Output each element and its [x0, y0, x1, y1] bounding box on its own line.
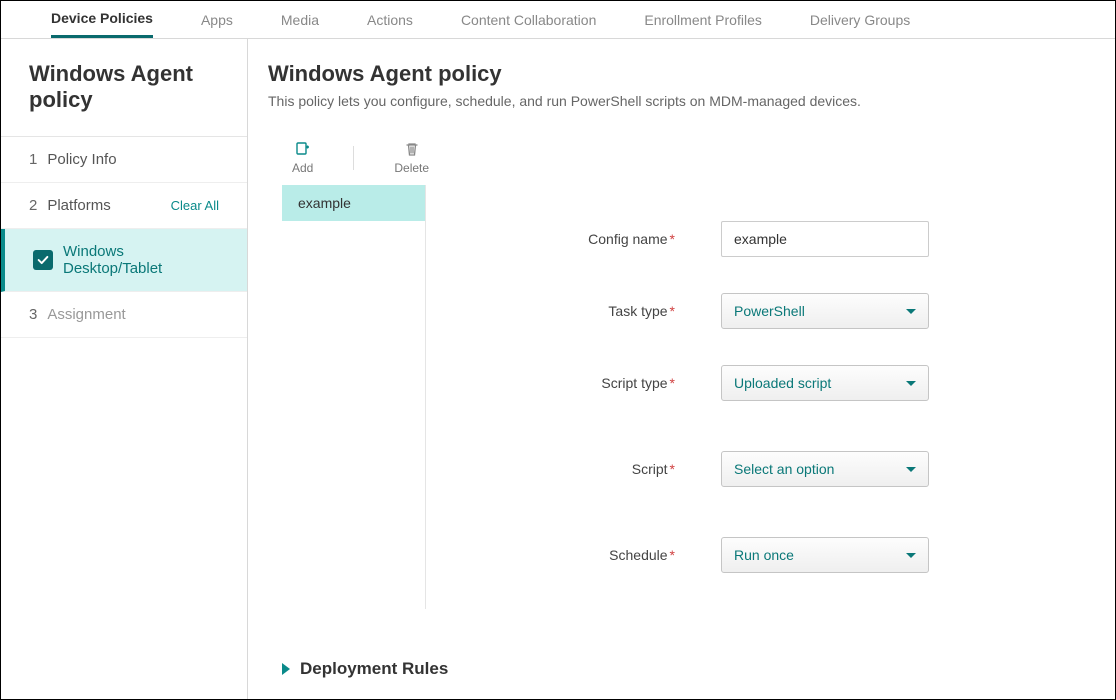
- config-name-input[interactable]: [721, 221, 929, 257]
- config-form: Config name* Task type* PowerShell: [426, 185, 1095, 609]
- tab-content-collaboration[interactable]: Content Collaboration: [461, 1, 596, 38]
- chevron-down-icon: [906, 553, 916, 558]
- trash-icon: [404, 141, 420, 157]
- page-description: This policy lets you configure, schedule…: [268, 93, 1095, 109]
- list-toolbar: Add Delete: [268, 141, 1095, 185]
- add-label: Add: [292, 161, 313, 175]
- task-type-select[interactable]: PowerShell: [721, 293, 929, 329]
- delete-label: Delete: [394, 161, 429, 175]
- script-type-label: Script type*: [426, 375, 681, 391]
- select-value: Run once: [734, 547, 794, 563]
- config-list-item[interactable]: example: [282, 185, 425, 221]
- step-assignment[interactable]: 3 Assignment: [1, 292, 247, 338]
- tab-enrollment-profiles[interactable]: Enrollment Profiles: [644, 1, 762, 38]
- tab-delivery-groups[interactable]: Delivery Groups: [810, 1, 910, 38]
- step-platforms[interactable]: 2 Platforms Clear All: [1, 183, 247, 229]
- page-title: Windows Agent policy: [268, 61, 1095, 87]
- chevron-down-icon: [906, 381, 916, 386]
- schedule-select[interactable]: Run once: [721, 537, 929, 573]
- script-type-select[interactable]: Uploaded script: [721, 365, 929, 401]
- tab-apps[interactable]: Apps: [201, 1, 233, 38]
- script-label: Script*: [426, 461, 681, 477]
- content: Windows Agent policy This policy lets yo…: [248, 39, 1115, 699]
- step-label: Assignment: [47, 306, 125, 323]
- deployment-rules-title: Deployment Rules: [300, 659, 448, 679]
- step-label: Platforms: [47, 197, 110, 214]
- script-select[interactable]: Select an option: [721, 451, 929, 487]
- checkbox-checked-icon[interactable]: [33, 250, 53, 270]
- tab-device-policies[interactable]: Device Policies: [51, 1, 153, 38]
- triangle-right-icon: [282, 663, 290, 675]
- chevron-down-icon: [906, 309, 916, 314]
- sidebar: Windows Agent policy 1 Policy Info 2 Pla…: [1, 39, 248, 699]
- toolbar-divider: [353, 146, 354, 170]
- task-type-label: Task type*: [426, 303, 681, 319]
- chevron-down-icon: [906, 467, 916, 472]
- schedule-label: Schedule*: [426, 547, 681, 563]
- platform-windows-desktop-tablet[interactable]: Windows Desktop/Tablet: [1, 229, 247, 292]
- tab-actions[interactable]: Actions: [367, 1, 413, 38]
- select-value: Select an option: [734, 461, 834, 477]
- add-icon: [295, 141, 311, 157]
- tab-media[interactable]: Media: [281, 1, 319, 38]
- step-num: 2: [29, 197, 37, 214]
- deployment-rules-section[interactable]: Deployment Rules: [268, 609, 1095, 699]
- top-tabs: Device Policies Apps Media Actions Conte…: [1, 1, 1115, 39]
- select-value: Uploaded script: [734, 375, 831, 391]
- add-button[interactable]: Add: [292, 141, 313, 175]
- sidebar-title: Windows Agent policy: [1, 39, 247, 137]
- step-num: 1: [29, 151, 37, 168]
- step-num: 3: [29, 306, 37, 323]
- step-label: Policy Info: [47, 151, 116, 168]
- delete-button[interactable]: Delete: [394, 141, 429, 175]
- clear-all-link[interactable]: Clear All: [171, 198, 219, 213]
- config-list: example: [282, 185, 426, 609]
- config-name-label: Config name*: [426, 231, 681, 247]
- step-policy-info[interactable]: 1 Policy Info: [1, 137, 247, 183]
- select-value: PowerShell: [734, 303, 805, 319]
- platform-label: Windows Desktop/Tablet: [63, 243, 219, 277]
